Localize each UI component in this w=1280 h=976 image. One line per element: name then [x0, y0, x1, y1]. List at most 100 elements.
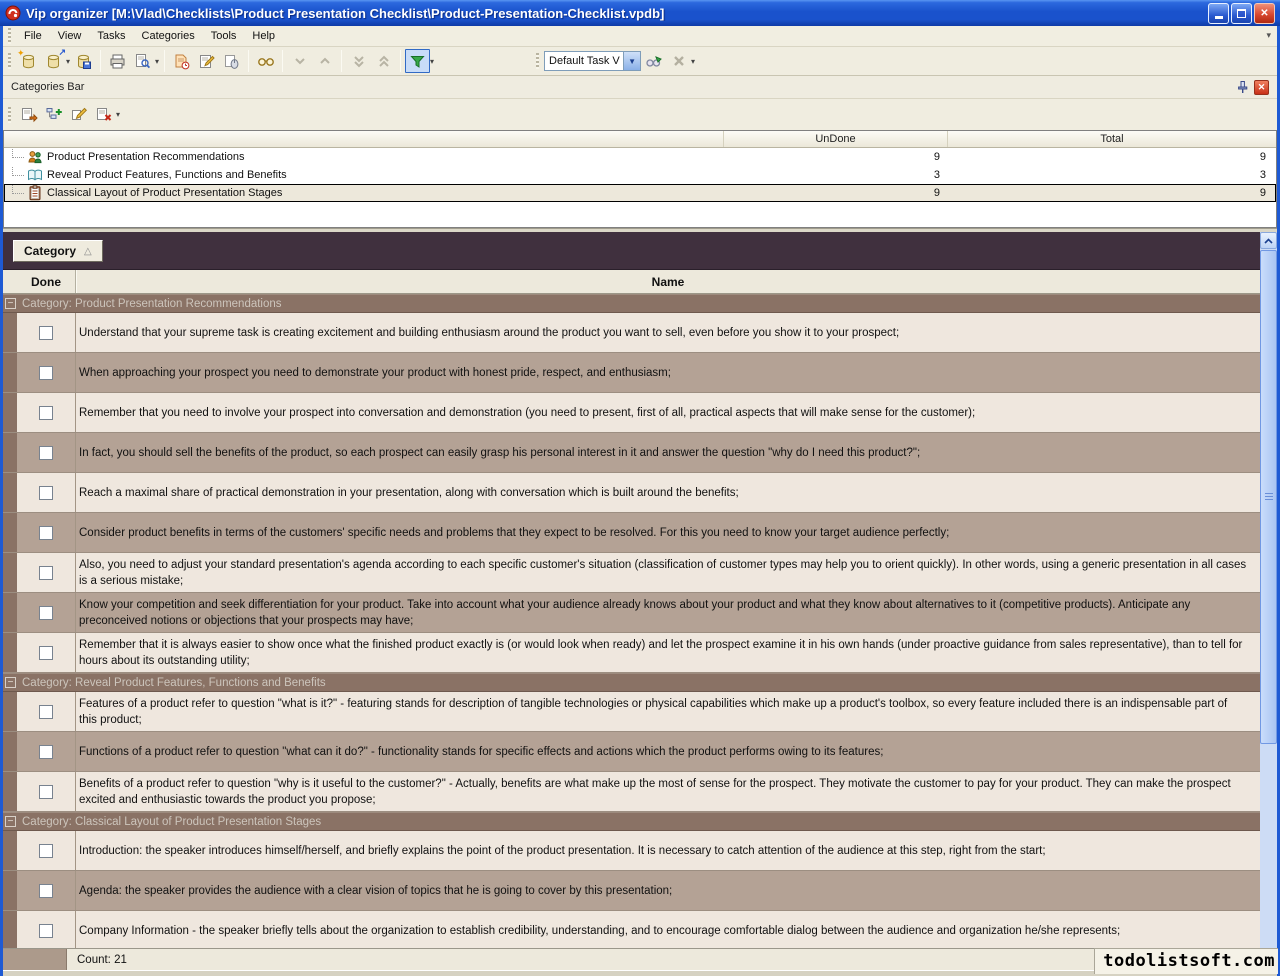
- collapse-icon[interactable]: −: [5, 677, 16, 688]
- categories-toolbar-overflow-icon[interactable]: ▾: [116, 110, 120, 119]
- menu-help[interactable]: Help: [244, 27, 283, 45]
- move-to-bottom-button[interactable]: [346, 49, 371, 73]
- move-down-button[interactable]: [287, 49, 312, 73]
- pin-button[interactable]: [1235, 80, 1250, 95]
- group-header[interactable]: − Category: Product Presentation Recomme…: [3, 294, 1260, 313]
- separator: [100, 50, 101, 72]
- move-up-button[interactable]: [312, 49, 337, 73]
- edit-task-button[interactable]: [194, 49, 219, 73]
- open-database-button[interactable]: ↗: [41, 49, 66, 73]
- task-row[interactable]: Features of a product refer to question …: [3, 692, 1260, 732]
- menu-tasks[interactable]: Tasks: [89, 27, 133, 45]
- done-checkbox[interactable]: [39, 844, 53, 858]
- filter-dropdown-icon[interactable]: ▾: [430, 57, 434, 66]
- group-by-category-button[interactable]: Category △: [13, 240, 103, 262]
- apply-view-button[interactable]: [641, 49, 666, 73]
- open-database-dropdown-icon[interactable]: ▾: [66, 57, 70, 66]
- filter-button[interactable]: [405, 49, 430, 73]
- done-checkbox[interactable]: [39, 745, 53, 759]
- toolbar-grip[interactable]: [8, 28, 11, 44]
- done-checkbox[interactable]: [39, 566, 53, 580]
- menu-view[interactable]: View: [50, 27, 90, 45]
- task-row[interactable]: When approaching your prospect you need …: [3, 353, 1260, 393]
- minimize-button[interactable]: [1208, 3, 1229, 24]
- done-checkbox[interactable]: [39, 486, 53, 500]
- task-view-select[interactable]: Default Task V ▼: [544, 51, 641, 71]
- task-row[interactable]: Functions of a product refer to question…: [3, 732, 1260, 772]
- vertical-scrollbar[interactable]: [1260, 232, 1277, 970]
- delete-view-button[interactable]: [666, 49, 691, 73]
- done-checkbox[interactable]: [39, 884, 53, 898]
- close-icon: ✕: [1258, 82, 1266, 93]
- scroll-up-button[interactable]: [1260, 232, 1277, 249]
- task-row[interactable]: Understand that your supreme task is cre…: [3, 313, 1260, 353]
- done-checkbox[interactable]: [39, 924, 53, 938]
- delete-category-button[interactable]: [91, 103, 116, 127]
- toolbar-grip[interactable]: [8, 107, 11, 123]
- task-row[interactable]: Remember that you need to involve your p…: [3, 393, 1260, 433]
- done-checkbox[interactable]: [39, 406, 53, 420]
- done-cell: [17, 553, 76, 592]
- group-header[interactable]: − Category: Reveal Product Features, Fun…: [3, 673, 1260, 692]
- task-row[interactable]: Also, you need to adjust your standard p…: [3, 553, 1260, 593]
- column-done[interactable]: Done: [17, 270, 76, 293]
- category-row-recommendations[interactable]: Product Presentation Recommendations 9 9: [4, 148, 1276, 166]
- category-undone: 9: [724, 151, 948, 163]
- menu-categories[interactable]: Categories: [134, 27, 203, 45]
- views-overflow-icon[interactable]: ▾: [691, 57, 695, 66]
- category-row-classical-layout[interactable]: Classical Layout of Product Presentation…: [4, 184, 1276, 202]
- collapse-icon[interactable]: −: [5, 298, 16, 309]
- done-checkbox[interactable]: [39, 646, 53, 660]
- done-checkbox[interactable]: [39, 326, 53, 340]
- task-row[interactable]: In fact, you should sell the benefits of…: [3, 433, 1260, 473]
- task-row[interactable]: Reach a maximal share of practical demon…: [3, 473, 1260, 513]
- print-preview-button[interactable]: [130, 49, 155, 73]
- done-checkbox[interactable]: [39, 705, 53, 719]
- task-row[interactable]: Company Information - the speaker briefl…: [3, 911, 1260, 948]
- categories-bar-close-button[interactable]: ✕: [1254, 80, 1269, 95]
- menu-file[interactable]: File: [16, 27, 50, 45]
- toolbar-grip[interactable]: [8, 53, 11, 69]
- done-checkbox[interactable]: [39, 366, 53, 380]
- category-row-features[interactable]: Reveal Product Features, Functions and B…: [4, 166, 1276, 184]
- task-row[interactable]: Benefits of a product refer to question …: [3, 772, 1260, 812]
- close-button[interactable]: ✕: [1254, 3, 1275, 24]
- move-to-top-button[interactable]: [371, 49, 396, 73]
- column-name[interactable]: Name: [76, 270, 1260, 293]
- done-checkbox[interactable]: [39, 785, 53, 799]
- task-row[interactable]: Introduction: the speaker introduces him…: [3, 831, 1260, 871]
- restore-button[interactable]: [1231, 3, 1252, 24]
- scrollbar-thumb[interactable]: [1260, 250, 1277, 744]
- print-button[interactable]: [105, 49, 130, 73]
- new-task-button[interactable]: [169, 49, 194, 73]
- group-button-label: Category: [24, 244, 76, 258]
- save-database-button[interactable]: [71, 49, 96, 73]
- new-category-button[interactable]: [16, 103, 41, 127]
- panel-splitter[interactable]: [3, 228, 1277, 232]
- toolbar-grip[interactable]: [536, 53, 539, 69]
- task-row[interactable]: Remember that it is always easier to sho…: [3, 633, 1260, 673]
- restore-icon: [1237, 9, 1246, 18]
- collapse-icon[interactable]: −: [5, 816, 16, 827]
- new-database-button[interactable]: ✦: [16, 49, 41, 73]
- tree-column-undone[interactable]: UnDone: [724, 131, 948, 147]
- group-header[interactable]: − Category: Classical Layout of Product …: [3, 812, 1260, 831]
- done-checkbox[interactable]: [39, 446, 53, 460]
- task-row[interactable]: Consider product benefits in terms of th…: [3, 513, 1260, 553]
- print-preview-dropdown-icon[interactable]: ▾: [155, 57, 159, 66]
- menu-tools[interactable]: Tools: [203, 27, 245, 45]
- task-row[interactable]: Know your competition and seek different…: [3, 593, 1260, 633]
- combo-dropdown-icon[interactable]: ▼: [623, 52, 640, 70]
- menu-overflow-icon[interactable]: ▾: [1266, 30, 1271, 41]
- task-row[interactable]: Agenda: the speaker provides the audienc…: [3, 871, 1260, 911]
- task-name: Introduction: the speaker introduces him…: [76, 831, 1260, 870]
- tree-column-total[interactable]: Total: [948, 131, 1276, 147]
- edit-category-button[interactable]: [66, 103, 91, 127]
- tree-column-blank[interactable]: [4, 131, 724, 147]
- done-checkbox[interactable]: [39, 606, 53, 620]
- done-checkbox[interactable]: [39, 526, 53, 540]
- status-group-cell: [3, 949, 67, 970]
- task-mouse-button[interactable]: [219, 49, 244, 73]
- new-subcategory-button[interactable]: [41, 103, 66, 127]
- view-glasses-button[interactable]: [253, 49, 278, 73]
